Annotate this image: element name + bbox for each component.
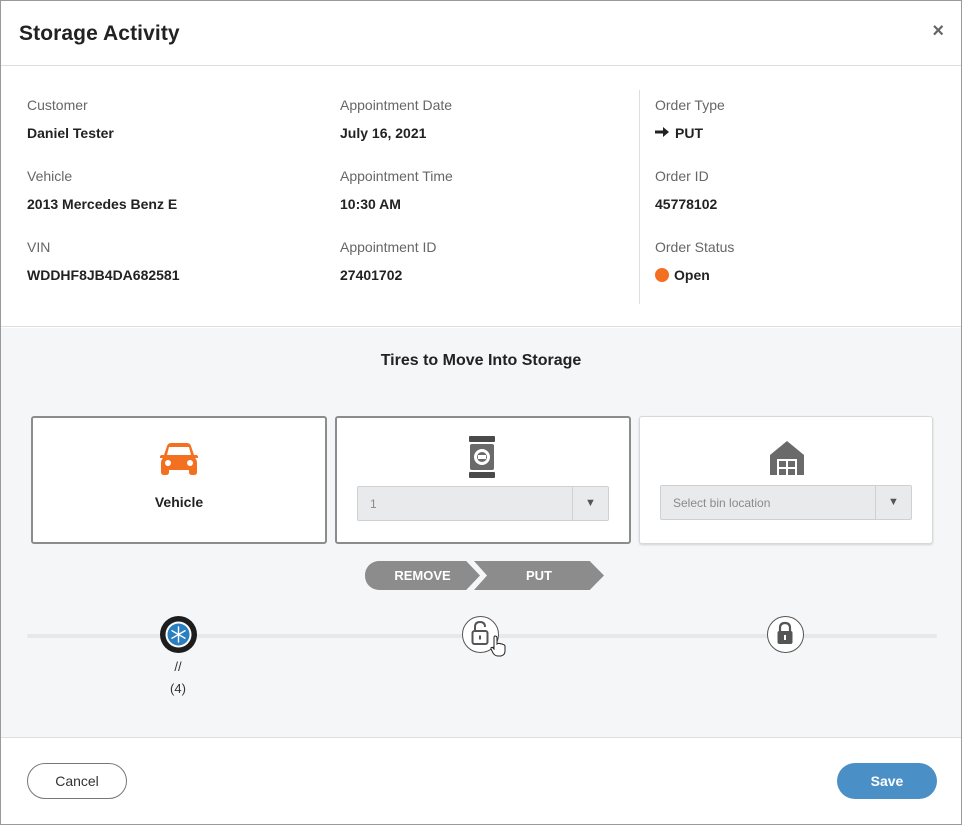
tire-rack-card[interactable]: 1 ▼ xyxy=(335,416,631,544)
warehouse-icon xyxy=(769,440,805,481)
order-type-text: PUT xyxy=(675,125,703,141)
bin-location-select[interactable]: Select bin location ▼ xyxy=(660,485,912,520)
appointment-time-value: 10:30 AM xyxy=(340,196,401,212)
vehicle-card-label: Vehicle xyxy=(154,494,204,510)
rack-select[interactable]: 1 ▼ xyxy=(357,486,609,521)
vin-label: VIN xyxy=(27,239,51,255)
cancel-button[interactable]: Cancel xyxy=(27,763,127,799)
customer-label: Customer xyxy=(27,97,88,113)
tire-count-label: (4) xyxy=(170,681,186,696)
arrow-right-icon xyxy=(655,125,669,141)
appointment-time-label: Appointment Time xyxy=(340,168,453,184)
tire-rack-icon xyxy=(469,436,495,483)
column-divider xyxy=(639,90,640,304)
hand-cursor-icon xyxy=(490,635,506,657)
tire-size-label: // xyxy=(174,659,182,674)
order-details: Customer Daniel Tester Vehicle 2013 Merc… xyxy=(1,66,961,327)
remove-step-button[interactable]: REMOVE xyxy=(365,561,480,590)
order-id-label: Order ID xyxy=(655,168,709,184)
appointment-date-value: July 16, 2021 xyxy=(340,125,427,141)
appointment-date-label: Appointment Date xyxy=(340,97,453,113)
storage-panel: Tires to Move Into Storage Vehicle 1 ▼ S… xyxy=(1,328,961,738)
order-id-value: 45778102 xyxy=(655,196,718,212)
section-title: Tires to Move Into Storage xyxy=(380,352,582,369)
dialog-footer: Cancel Save xyxy=(1,739,961,825)
car-icon xyxy=(159,442,199,481)
order-type-label: Order Type xyxy=(655,97,725,113)
order-status-value: Open xyxy=(655,267,710,283)
dialog-title: Storage Activity xyxy=(19,22,180,45)
appointment-id-label: Appointment ID xyxy=(340,239,437,255)
lock-icon[interactable] xyxy=(767,616,804,653)
rack-select-value: 1 xyxy=(370,497,377,511)
save-button[interactable]: Save xyxy=(837,763,937,799)
put-step-button[interactable]: PUT xyxy=(474,561,604,590)
order-status-label: Order Status xyxy=(655,239,735,255)
status-dot-icon xyxy=(655,268,669,282)
appointment-id-value: 27401702 xyxy=(340,267,403,283)
bin-location-card[interactable]: Select bin location ▼ xyxy=(639,416,933,544)
customer-value: Daniel Tester xyxy=(27,125,114,141)
bin-location-placeholder: Select bin location xyxy=(673,496,771,510)
lock-open-icon[interactable] xyxy=(462,616,506,657)
order-status-text: Open xyxy=(674,267,710,283)
close-icon[interactable]: × xyxy=(932,21,944,41)
vehicle-card[interactable]: Vehicle xyxy=(31,416,327,544)
storage-activity-dialog: Storage Activity × Customer Daniel Teste… xyxy=(0,0,962,825)
dropdown-arrow-icon[interactable]: ▼ xyxy=(572,487,608,520)
vin-value: WDDHF8JB4DA682581 xyxy=(27,267,180,283)
winter-tire-icon[interactable] xyxy=(160,616,197,653)
dialog-header: Storage Activity × xyxy=(1,1,961,66)
vehicle-value: 2013 Mercedes Benz E xyxy=(27,196,178,212)
vehicle-label: Vehicle xyxy=(27,168,73,184)
dropdown-arrow-icon[interactable]: ▼ xyxy=(875,486,911,519)
order-type-value: PUT xyxy=(655,125,703,141)
